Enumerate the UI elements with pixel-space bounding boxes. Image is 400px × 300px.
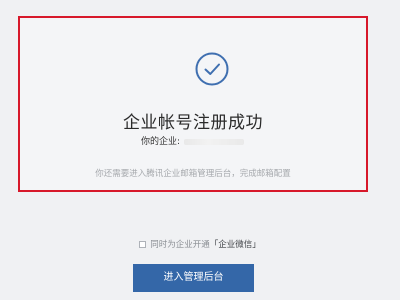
success-title: 企业帐号注册成功 (123, 113, 263, 133)
company-label: 你的企业: (141, 137, 181, 147)
company-value (184, 138, 245, 145)
check-circle-icon (195, 52, 229, 86)
company-line: 你的企业: (141, 134, 245, 147)
wework-checkbox[interactable] (139, 241, 147, 248)
wework-option-label: 同时为企业开通 (150, 240, 210, 250)
wework-option[interactable]: 同时为企业开通「企业微信」 (0, 238, 400, 250)
success-card: 企业帐号注册成功 你的企业: 你还需要进入腾讯企业邮箱管理后台，完成邮箱配置 (18, 16, 368, 192)
wework-name: 「企业微信」 (209, 240, 261, 250)
setup-hint: 你还需要进入腾讯企业邮箱管理后台，完成邮箱配置 (95, 169, 291, 179)
enter-admin-button[interactable]: 进入管理后台 (133, 264, 254, 292)
